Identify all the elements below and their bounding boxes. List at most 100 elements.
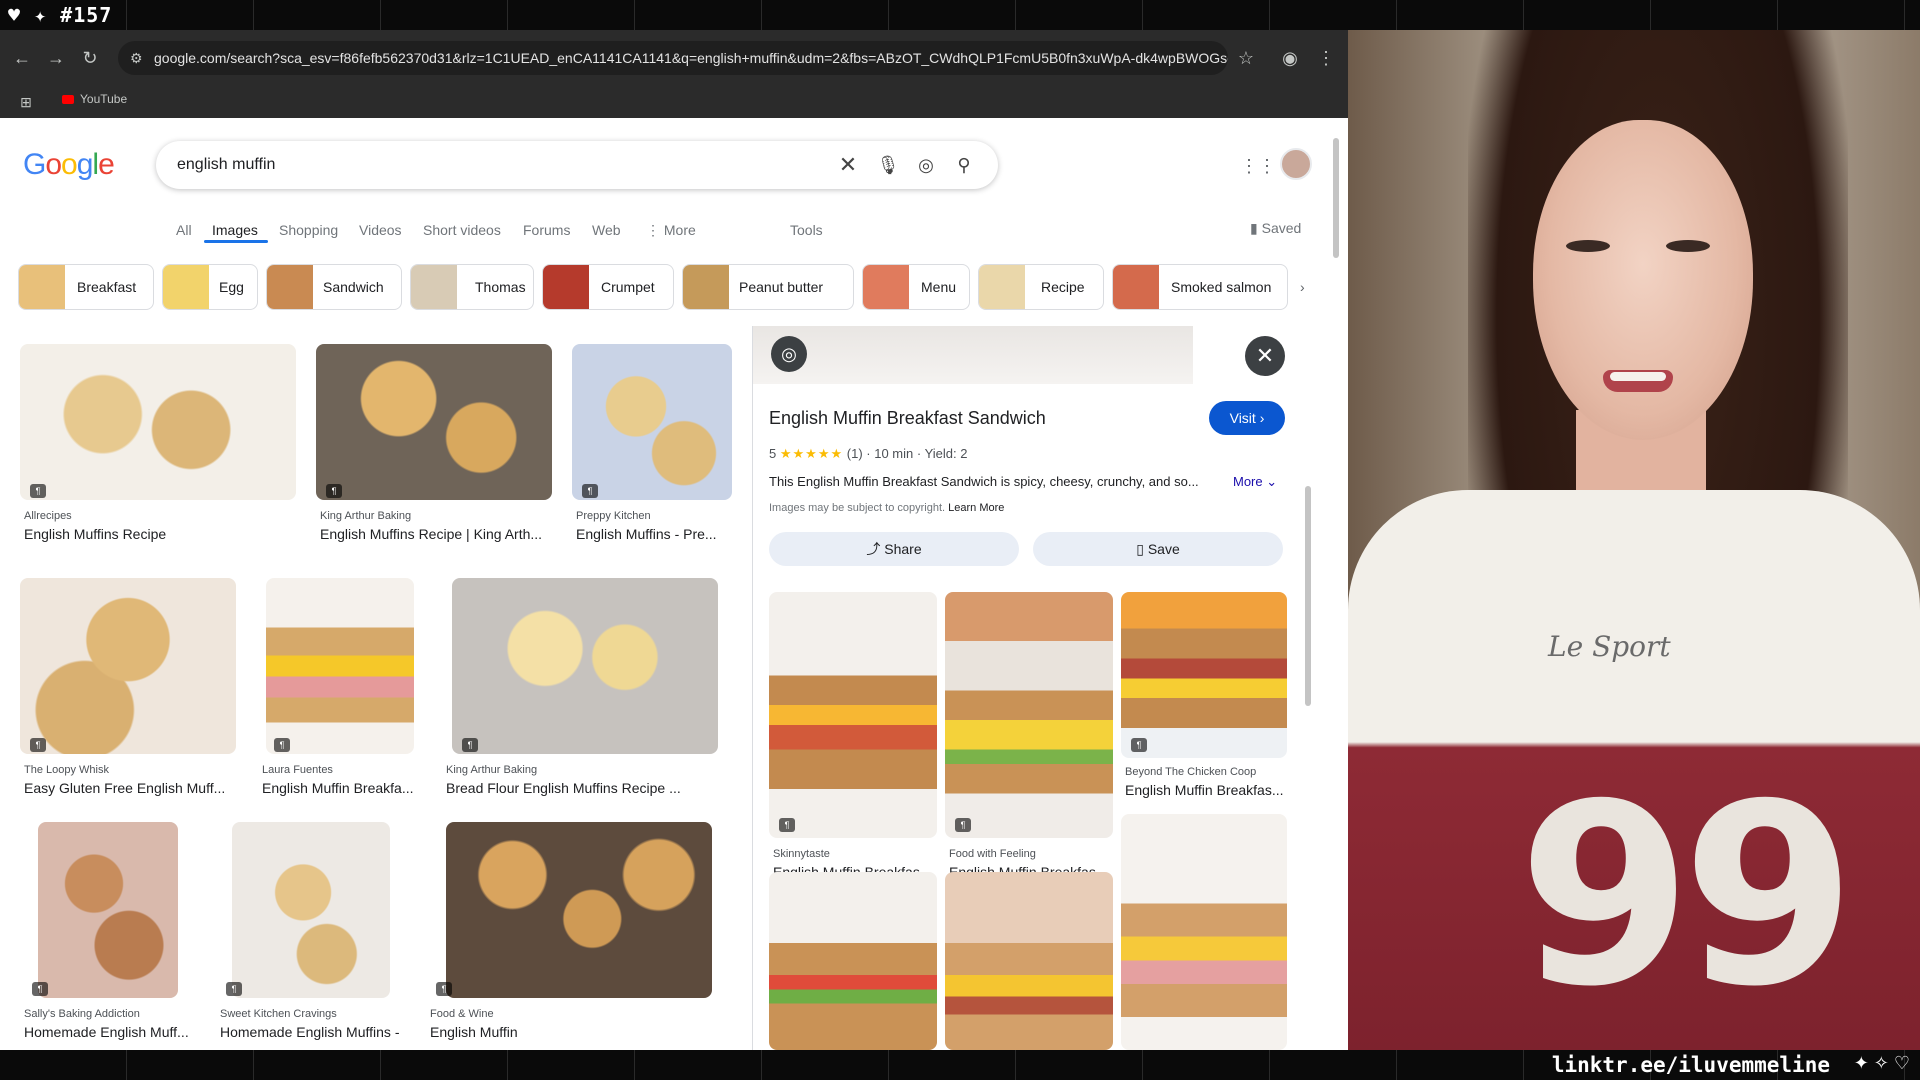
result-source[interactable]: Laura Fuentes [262,764,333,776]
chips-next-icon[interactable]: › [1300,272,1320,302]
chip-menu[interactable]: Menu [862,264,970,310]
microphone-icon[interactable]: 🎙 [876,153,900,177]
clear-icon[interactable]: ✕ [836,153,860,177]
tab-short-videos[interactable]: Short videos [423,222,501,238]
result-source[interactable]: Allrecipes [24,510,72,522]
tab-shopping[interactable]: Shopping [279,222,338,238]
sparkle-heart-icon: ✦ ✧ ♡ [1853,1053,1910,1073]
result-title[interactable]: Homemade English Muff... [24,1024,200,1040]
image-preview-panel: ◎ ✕ English Muffin Breakfast Sandwich Vi… [752,326,1314,1050]
chip-peanut-butter[interactable]: Peanut butter [682,264,854,310]
jersey-number: 99 [1518,750,1856,1041]
jersey-logo: Le Sport [1548,630,1671,663]
linktree-link: linktr.ee/iluvemmeline [1551,1053,1830,1077]
copyright-notice: Images may be subject to copyright. Lear… [769,502,1005,514]
tab-all[interactable]: All [176,222,192,238]
result-title[interactable]: English Muffins Recipe [24,526,300,542]
result-image[interactable] [1121,592,1287,758]
site-settings-icon[interactable]: ⚙ [130,41,143,75]
result-source[interactable]: Skinnytaste [773,848,830,860]
panel-scrollbar[interactable] [1303,326,1313,1050]
result-image[interactable] [769,872,937,1050]
chip-sandwich[interactable]: Sandwich [266,264,402,310]
result-image[interactable] [945,592,1113,838]
chip-recipe[interactable]: Recipe [978,264,1104,310]
apps-grid-icon[interactable]: ⊞ [14,90,38,114]
result-title[interactable]: English Muffin Breakfa... [262,780,432,796]
bookmark-star-icon[interactable]: ☆ [1234,46,1258,70]
result-source[interactable]: The Loopy Whisk [24,764,109,776]
bookmark-youtube[interactable]: YouTube [62,92,127,106]
result-title[interactable]: Easy Gluten Free English Muff... [24,780,240,796]
lens-icon[interactable]: ◎ [914,153,938,177]
share-button[interactable]: ⤴ Share [769,532,1019,566]
save-button[interactable]: ▯ Save [1033,532,1283,566]
result-image[interactable] [446,822,712,998]
result-image[interactable] [20,344,296,500]
result-image[interactable] [1121,814,1287,1050]
bookmarks-bar: ⊞ YouTube [0,86,1348,118]
result-source[interactable]: Food & Wine [430,1008,494,1020]
saved-icon: ▮ [1250,220,1258,236]
result-image[interactable] [266,578,414,754]
result-source[interactable]: Sweet Kitchen Cravings [220,1008,337,1020]
result-image[interactable] [232,822,390,998]
lens-search-icon[interactable]: ◎ [771,336,807,372]
result-title[interactable]: Bread Flour English Muffins Recipe ... [446,780,726,796]
chip-breakfast[interactable]: Breakfast [18,264,154,310]
search-icon[interactable]: ⚲ [952,153,976,177]
result-image[interactable] [452,578,718,754]
result-source[interactable]: Beyond The Chicken Coop [1125,766,1256,778]
result-title[interactable]: English Muffins Recipe | King Arth... [320,526,556,542]
close-icon[interactable]: ✕ [1245,336,1285,376]
result-source[interactable]: King Arthur Baking [320,510,411,522]
result-source[interactable]: Preppy Kitchen [576,510,651,522]
back-icon[interactable]: ← [10,46,34,70]
google-logo[interactable]: Google [23,148,115,182]
recipe-badge-icon: ¶ [779,818,795,832]
page-scrollbar[interactable] [1333,118,1340,1050]
search-input[interactable]: english muffin ✕ 🎙 ◎ ⚲ [156,141,998,189]
learn-more-link[interactable]: Learn More [948,502,1004,514]
result-image[interactable] [20,578,236,754]
tab-more[interactable]: ⋮ More [646,222,696,239]
active-tab-indicator [204,240,268,243]
tab-web[interactable]: Web [592,222,621,238]
visit-button[interactable]: Visit › [1209,401,1285,435]
browser-toolbar: ← → ↻ ⚙ google.com/search?sca_esv=f86fef… [0,30,1348,118]
result-source[interactable]: Sally's Baking Addiction [24,1008,140,1020]
recipe-badge-icon: ¶ [30,738,46,752]
saved-button[interactable]: ▮ Saved [1250,220,1301,237]
result-source[interactable]: King Arthur Baking [446,764,537,776]
reload-icon[interactable]: ↻ [78,46,102,70]
preview-title[interactable]: English Muffin Breakfast Sandwich [769,408,1046,429]
result-image[interactable] [572,344,732,500]
chip-crumpet[interactable]: Crumpet [542,264,674,310]
tab-tools[interactable]: Tools [790,222,823,238]
address-bar[interactable]: ⚙ google.com/search?sca_esv=f86fefb56237… [118,41,1228,75]
result-image[interactable] [38,822,178,998]
profile-icon[interactable]: ◉ [1278,46,1302,70]
chip-thomas[interactable]: Thomas [410,264,534,310]
more-button[interactable]: More ⌄ [1233,474,1277,490]
result-title[interactable]: Homemade English Muffins - [220,1024,410,1040]
chip-egg[interactable]: Egg [162,264,258,310]
avatar[interactable] [1280,148,1312,180]
tab-forums[interactable]: Forums [523,222,570,238]
tab-videos[interactable]: Videos [359,222,402,238]
recipe-badge-icon: ¶ [436,982,452,996]
forward-icon[interactable]: → [44,46,68,70]
tab-images[interactable]: Images [212,222,258,238]
result-image[interactable] [945,872,1113,1050]
recipe-badge-icon: ¶ [274,738,290,752]
result-title[interactable]: English Muffin [430,1024,630,1040]
result-source[interactable]: Food with Feeling [949,848,1036,860]
recipe-badge-icon: ¶ [955,818,971,832]
result-title[interactable]: English Muffin Breakfas... [1125,782,1287,798]
result-image[interactable] [316,344,552,500]
menu-icon[interactable]: ⋮ [1314,46,1338,70]
result-title[interactable]: English Muffins - Pre... [576,526,736,542]
preview-image[interactable] [753,326,1193,384]
chip-smoked-salmon[interactable]: Smoked salmon [1112,264,1288,310]
result-image[interactable] [769,592,937,838]
